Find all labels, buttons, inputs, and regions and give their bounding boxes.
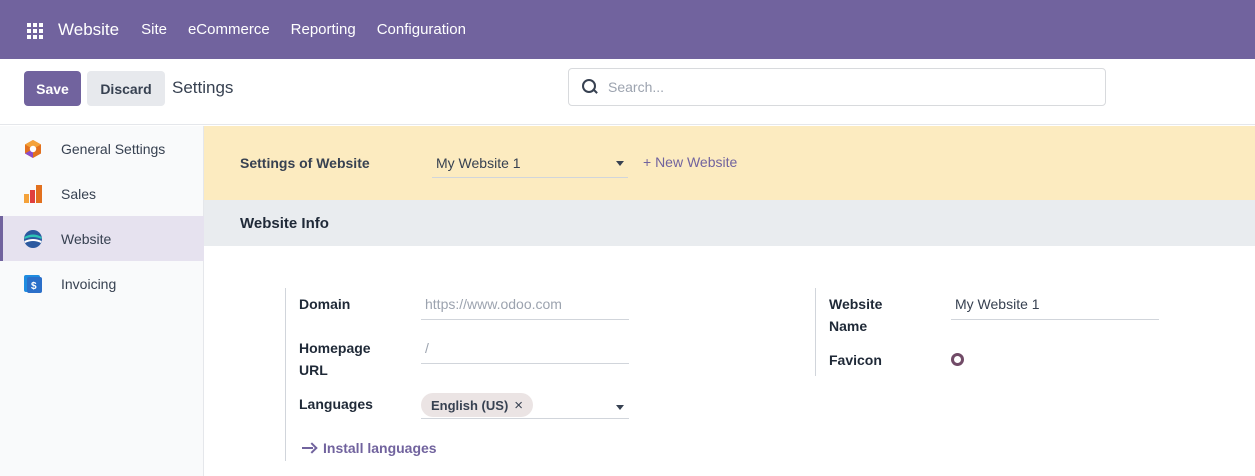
settings-of-website-label: Settings of Website (240, 155, 370, 171)
homepage-url-field[interactable]: / (421, 338, 629, 364)
search-input[interactable] (608, 79, 1088, 95)
favicon-label: Favicon (829, 352, 882, 368)
app-brand[interactable]: Website (58, 20, 119, 40)
sales-icon (24, 185, 42, 203)
homepage-url-label: Homepage URL (299, 337, 371, 381)
column-divider (815, 288, 817, 376)
arrow-right-icon (301, 441, 315, 455)
domain-placeholder: https://www.odoo.com (425, 296, 562, 312)
website-name-label-line2: Name (829, 318, 868, 334)
discard-button[interactable]: Discard (87, 71, 165, 106)
section-title: Website Info (240, 215, 329, 232)
website-name-label-line1: Website (829, 296, 883, 312)
chevron-down-icon (616, 161, 624, 166)
breadcrumb: Settings (172, 78, 234, 97)
install-languages-label: Install languages (323, 440, 437, 456)
install-languages-link[interactable]: Install languages (301, 440, 437, 456)
homepage-placeholder: / (425, 340, 429, 356)
sidebar-item-general-settings[interactable]: General Settings (0, 126, 204, 171)
website-settings-banner: Settings of Website My Website 1 + New W… (204, 126, 1255, 200)
new-website-button[interactable]: + New Website (643, 154, 737, 170)
menu-reporting[interactable]: Reporting (291, 21, 356, 38)
sidebar-item-label: Sales (61, 186, 97, 202)
apps-grid-icon[interactable] (25, 21, 43, 39)
close-icon[interactable]: × (514, 397, 523, 414)
top-navbar: Website Site eCommerce Reporting Configu… (0, 0, 1255, 59)
general-settings-icon (25, 140, 41, 158)
favicon-image[interactable] (951, 353, 964, 366)
section-header: Website Info (204, 200, 1255, 246)
language-tag-label: English (US) (431, 397, 509, 413)
sidebar-item-label: Website (61, 231, 112, 247)
sidebar-item-label: General Settings (61, 141, 166, 157)
sidebar-item-invoicing[interactable]: $ Invoicing (0, 261, 204, 306)
sidebar-item-website[interactable]: Website (0, 216, 204, 261)
column-divider (285, 288, 287, 461)
homepage-label-line2: URL (299, 362, 328, 378)
domain-field[interactable]: https://www.odoo.com (421, 294, 629, 320)
chevron-down-icon (616, 405, 624, 410)
invoicing-icon: $ (24, 275, 42, 293)
website-icon (24, 230, 42, 248)
language-tag: English (US) × (421, 393, 534, 417)
website-select-value: My Website 1 (436, 155, 521, 171)
settings-sidebar: General Settings Sales Website $ Invoici… (0, 126, 204, 476)
menu-site[interactable]: Site (141, 21, 167, 38)
control-panel: Save Discard Settings (0, 59, 1255, 125)
homepage-label-line1: Homepage (299, 340, 371, 356)
sidebar-item-sales[interactable]: Sales (0, 171, 204, 216)
menu-configuration[interactable]: Configuration (377, 21, 466, 38)
search-box[interactable] (568, 68, 1106, 106)
svg-text:$: $ (31, 281, 37, 292)
save-button[interactable]: Save (24, 71, 81, 106)
website-name-label: Website Name (829, 293, 882, 337)
website-name-value: My Website 1 (955, 296, 1040, 312)
languages-label: Languages (299, 396, 373, 412)
sidebar-item-label: Invoicing (61, 276, 117, 292)
search-icon (582, 79, 598, 95)
menu-ecommerce[interactable]: eCommerce (188, 21, 270, 38)
domain-label: Domain (299, 296, 351, 312)
website-select[interactable]: My Website 1 (432, 148, 628, 178)
website-name-field[interactable]: My Website 1 (951, 294, 1159, 320)
